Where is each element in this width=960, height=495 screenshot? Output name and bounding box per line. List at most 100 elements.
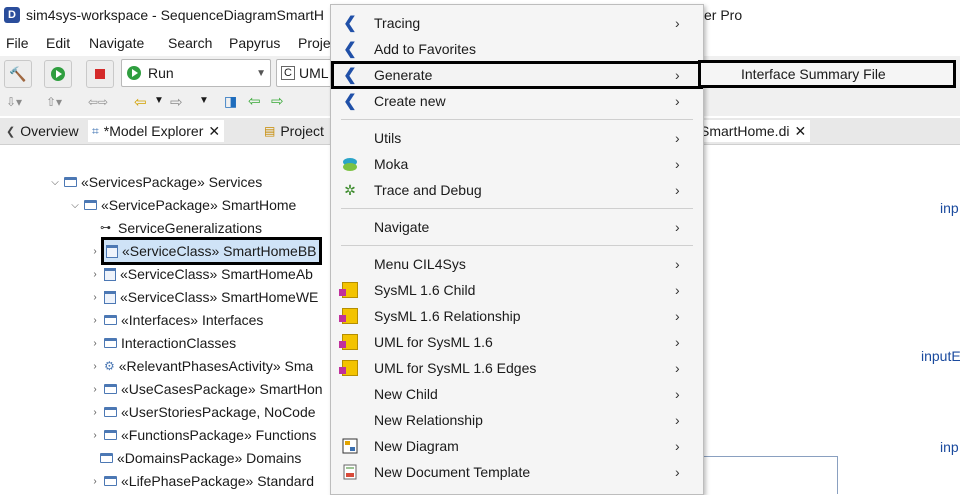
menu-item-uml-for-sysml[interactable]: UML for SysML 1.6 › [331, 329, 703, 355]
menu-item-label: New Child [374, 386, 438, 402]
menu-item-new-child[interactable]: New Child › [331, 381, 703, 407]
menu-item-uml-for-sysml-edges[interactable]: UML for SysML 1.6 Edges › [331, 355, 703, 381]
back-icon[interactable]: ⇦ [134, 93, 147, 111]
tree-node-label: «ServiceClass» SmartHomeWE [120, 289, 319, 305]
forward-dropdown-icon[interactable]: ▼ [199, 95, 209, 106]
package-icon [339, 281, 359, 299]
green-forward-icon[interactable]: ⇨ [271, 92, 284, 110]
class-icon [106, 244, 118, 258]
folder-icon [100, 453, 113, 463]
menu-item-new-document-template[interactable]: New Document Template › [331, 459, 703, 485]
stop-button[interactable] [86, 60, 114, 88]
tree-node-smarthome[interactable]: ⌵ «ServicePackage» SmartHome [70, 194, 296, 216]
expand-arrow-icon[interactable]: › [90, 361, 100, 372]
menu-item-moka[interactable]: Moka › [331, 151, 703, 177]
selected-tree-node[interactable]: «ServiceClass» SmartHomeBB [101, 237, 322, 265]
expand-arrow-icon[interactable]: › [90, 476, 100, 487]
menu-project[interactable]: Proje [298, 35, 331, 51]
menu-item-new-relationship[interactable]: New Relationship › [331, 407, 703, 433]
collapse-arrow-icon[interactable]: ⌵ [50, 177, 60, 188]
menu-item-label: SysML 1.6 Child [374, 282, 476, 298]
menu-search[interactable]: Search [168, 35, 212, 51]
tree-node-functions[interactable]: › «FunctionsPackage» Functions [90, 424, 316, 446]
tab-model-explorer-label: *Model Explorer [103, 123, 204, 139]
menu-item-trace-and-debug[interactable]: ✲ Trace and Debug › [331, 177, 703, 203]
submenu-arrow-icon: › [675, 219, 680, 235]
menu-item-add-to-favorites[interactable]: ❮ Add to Favorites [331, 36, 703, 62]
expand-arrow-icon[interactable]: › [90, 269, 100, 280]
menu-item-tracing[interactable]: ❮ Tracing › [331, 10, 703, 36]
tree-node-smarthomebb[interactable]: › «ServiceClass» SmartHomeBB [90, 237, 322, 265]
menu-item-utils[interactable]: Utils › [331, 125, 703, 151]
tree-node-usecases[interactable]: › «UseCasesPackage» SmartHon [90, 378, 322, 400]
menu-item-sysml-child[interactable]: SysML 1.6 Child › [331, 277, 703, 303]
tab-diagram[interactable]: SmartHome.di ✕ [696, 120, 811, 142]
menu-item-sysml-relationship[interactable]: SysML 1.6 Relationship › [331, 303, 703, 329]
tree-node-interfaces[interactable]: › «Interfaces» Interfaces [90, 309, 263, 331]
hammer-icon: 🔨 [9, 65, 27, 82]
menu-edit[interactable]: Edit [46, 35, 70, 51]
build-button[interactable]: 🔨 [4, 60, 32, 88]
menu-item-label: Utils [374, 130, 402, 146]
expand-arrow-icon[interactable]: › [90, 384, 100, 395]
menu-item-label: Add to Favorites [374, 41, 476, 57]
menu-item-new-diagram[interactable]: New Diagram › [331, 433, 703, 459]
menu-item-navigate[interactable]: Navigate › [331, 214, 703, 240]
moka-icon [341, 155, 359, 173]
run-config-icon [127, 66, 141, 80]
menu-navigate[interactable]: Navigate [89, 35, 144, 51]
menu-papyrus[interactable]: Papyrus [229, 35, 280, 51]
last-edit-icon[interactable]: ⇦⇨ [88, 95, 108, 109]
tree-node-label: «ServicePackage» SmartHome [101, 197, 297, 213]
tree-node-relevantphases[interactable]: › ⚙ «RelevantPhasesActivity» Sma [90, 355, 313, 377]
tree-node-interactionclasses[interactable]: › InteractionClasses [90, 332, 236, 354]
tree-node-services[interactable]: ⌵ «ServicesPackage» Services [50, 171, 262, 193]
tree-node-generalizations[interactable]: ⊶ ServiceGeneralizations [100, 217, 262, 239]
expand-arrow-icon[interactable]: › [90, 407, 100, 418]
pin-editor-icon[interactable]: ◨ [224, 93, 237, 110]
tree-node-userstories[interactable]: › «UserStoriesPackage, NoCode [90, 401, 315, 423]
uml-label: UML [298, 65, 329, 81]
tab-diagram-label: SmartHome.di [700, 123, 790, 139]
run-button[interactable] [44, 60, 72, 88]
expand-arrow-icon[interactable]: › [90, 246, 100, 257]
close-icon[interactable]: ✕ [208, 123, 220, 140]
diagram-shape[interactable] [700, 456, 838, 494]
next-annotation-icon[interactable]: ⇩▾ [6, 95, 22, 109]
submenu-arrow-icon: › [675, 334, 680, 350]
menu-item-label: SysML 1.6 Relationship [374, 308, 521, 324]
expand-arrow-icon[interactable]: › [90, 430, 100, 441]
uml-combo[interactable]: C UML [276, 59, 338, 87]
back-dropdown-icon[interactable]: ▼ [154, 95, 164, 106]
menu-item-label: Generate [374, 67, 433, 83]
menu-item-interface-summary-file[interactable]: Interface Summary File [741, 66, 886, 82]
tree-node-label: «ServicesPackage» Services [81, 174, 263, 190]
tree-node-lifephase[interactable]: › «LifePhasePackage» Standard [90, 470, 314, 492]
expand-arrow-icon[interactable]: › [90, 292, 100, 303]
prev-annotation-icon[interactable]: ⇧▾ [46, 95, 62, 109]
chevron-down-icon: ▼ [256, 67, 266, 79]
tab-project[interactable]: ▤ Project [260, 120, 328, 142]
close-icon[interactable]: ✕ [794, 123, 806, 140]
forward-icon[interactable]: ⇨ [170, 93, 183, 111]
tab-overview[interactable]: ❮ Overview [2, 120, 83, 142]
menu-item-cil4sys[interactable]: Menu CIL4Sys › [331, 251, 703, 277]
diagram-label: inp [940, 439, 959, 455]
run-config-combo[interactable]: Run ▼ [121, 59, 271, 87]
expand-arrow-icon[interactable]: › [90, 315, 100, 326]
tree-node-label: «FunctionsPackage» Functions [121, 427, 317, 443]
tab-model-explorer[interactable]: ⌗ *Model Explorer ✕ [88, 120, 225, 142]
generalization-icon: ⊶ [100, 222, 111, 234]
chevron-icon: ❮ [343, 15, 357, 32]
menu-file[interactable]: File [6, 35, 29, 51]
menu-item-generate[interactable]: ❮ Generate › [331, 61, 703, 89]
expand-arrow-icon[interactable]: › [90, 338, 100, 349]
tree-node-smarthomewe[interactable]: › «ServiceClass» SmartHomeWE [90, 286, 318, 308]
chevron-icon: ❮ [343, 67, 357, 84]
collapse-arrow-icon[interactable]: ⌵ [70, 200, 80, 211]
tree-node-domains[interactable]: «DomainsPackage» Domains [100, 447, 301, 469]
menu-item-label: Trace and Debug [374, 182, 482, 198]
tree-node-smarthomeab[interactable]: › «ServiceClass» SmartHomeAb [90, 263, 313, 285]
menu-item-create-new[interactable]: ❮ Create new › [331, 88, 703, 114]
green-back-icon[interactable]: ⇦ [248, 92, 261, 110]
